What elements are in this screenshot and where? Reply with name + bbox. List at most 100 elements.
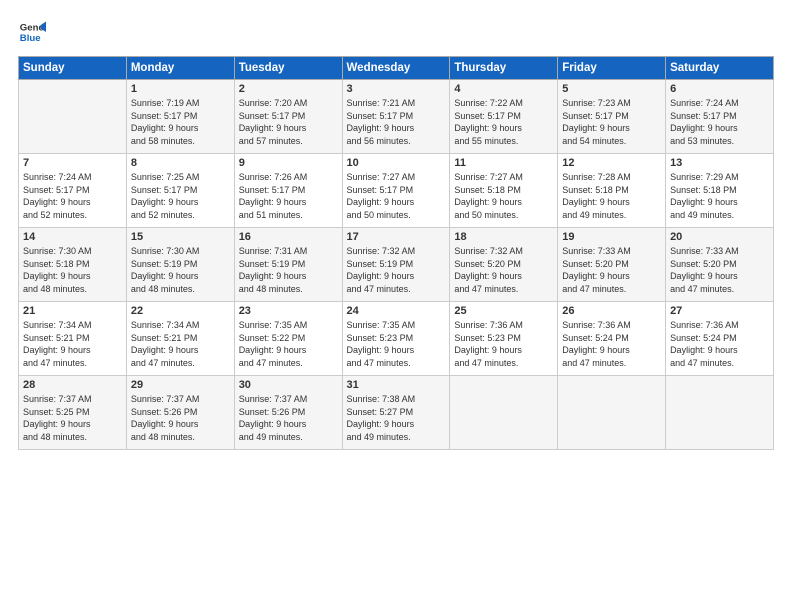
day-info: Sunrise: 7:37 AM Sunset: 5:25 PM Dayligh… [23,393,122,443]
calendar-cell: 2Sunrise: 7:20 AM Sunset: 5:17 PM Daylig… [234,80,342,154]
col-thursday: Thursday [450,57,558,80]
calendar-cell: 17 Sunrise: 7:32 AM Sunset: 5:19 PM Dayli… [342,228,450,302]
day-number: 28 [23,379,122,391]
calendar-cell: 12 Sunrise: 7:28 AM Sunset: 5:18 PM Dayli… [558,154,666,228]
day-info: Sunrise: 7:32 AM Sunset: 5:20 PM Dayligh… [454,245,553,295]
svg-text:Blue: Blue [20,33,41,44]
calendar-cell: 1 Sunrise: 7:19 AM Sunset: 5:17 PM Daylig… [126,80,234,154]
day-info: Sunrise: 7:36 AM Sunset: 5:24 PM Dayligh… [670,319,769,369]
day-number: 13 [670,157,769,169]
day-number: 9 [239,157,338,169]
day-number: 22 [131,305,230,317]
calendar-cell: 7 Sunrise: 7:24 AM Sunset: 5:17 PM Daylig… [19,154,127,228]
calendar-cell: 26 Sunrise: 7:36 AM Sunset: 5:24 PM Dayli… [558,302,666,376]
calendar-cell: 3 Sunrise: 7:21 AM Sunset: 5:17 PM Daylig… [342,80,450,154]
day-number: 19 [562,231,661,243]
day-number: 1 [131,83,230,95]
col-sunday: Sunday [19,57,127,80]
calendar-cell: 14 Sunrise: 7:30 AM Sunset: 5:18 PM Dayli… [19,228,127,302]
day-info: Sunrise: 7:25 AM Sunset: 5:17 PM Dayligh… [131,171,230,221]
day-number: 16 [239,231,338,243]
day-number: 31 [347,379,446,391]
calendar-cell: 16 Sunrise: 7:31 AM Sunset: 5:19 PM Dayli… [234,228,342,302]
day-info: Sunrise: 7:21 AM Sunset: 5:17 PM Dayligh… [347,97,446,147]
day-number: 6 [670,83,769,95]
calendar-cell: 27 Sunrise: 7:36 AM Sunset: 5:24 PM Dayli… [666,302,774,376]
day-info: Sunrise: 7:34 AM Sunset: 5:21 PM Dayligh… [23,319,122,369]
day-number: 14 [23,231,122,243]
week-row-5: 28 Sunrise: 7:37 AM Sunset: 5:25 PM Dayli… [19,376,774,450]
logo: General Blue [18,18,46,46]
day-number: 12 [562,157,661,169]
day-number: 27 [670,305,769,317]
calendar-cell: 15 Sunrise: 7:30 AM Sunset: 5:19 PM Dayli… [126,228,234,302]
day-info: Sunrise: 7:36 AM Sunset: 5:23 PM Dayligh… [454,319,553,369]
day-number: 26 [562,305,661,317]
day-info: Sunrise: 7:35 AM Sunset: 5:22 PM Dayligh… [239,319,338,369]
calendar-cell: 20 Sunrise: 7:33 AM Sunset: 5:20 PM Dayli… [666,228,774,302]
calendar-cell: 8 Sunrise: 7:25 AM Sunset: 5:17 PM Daylig… [126,154,234,228]
logo-icon: General Blue [18,18,46,46]
day-number: 18 [454,231,553,243]
day-number: 7 [23,157,122,169]
calendar-cell: 9Sunrise: 7:26 AM Sunset: 5:17 PM Daylig… [234,154,342,228]
calendar-cell: 13 Sunrise: 7:29 AM Sunset: 5:18 PM Dayli… [666,154,774,228]
day-info: Sunrise: 7:31 AM Sunset: 5:19 PM Dayligh… [239,245,338,295]
col-friday: Friday [558,57,666,80]
day-info: Sunrise: 7:23 AM Sunset: 5:17 PM Dayligh… [562,97,661,147]
calendar-cell: 23 Sunrise: 7:35 AM Sunset: 5:22 PM Dayli… [234,302,342,376]
calendar-cell: 22 Sunrise: 7:34 AM Sunset: 5:21 PM Dayli… [126,302,234,376]
calendar-cell: 6 Sunrise: 7:24 AM Sunset: 5:17 PM Daylig… [666,80,774,154]
calendar-cell: 30Sunrise: 7:37 AM Sunset: 5:26 PM Dayli… [234,376,342,450]
day-info: Sunrise: 7:34 AM Sunset: 5:21 PM Dayligh… [131,319,230,369]
header: General Blue [18,18,774,46]
day-info: Sunrise: 7:28 AM Sunset: 5:18 PM Dayligh… [562,171,661,221]
day-number: 20 [670,231,769,243]
day-info: Sunrise: 7:30 AM Sunset: 5:18 PM Dayligh… [23,245,122,295]
calendar-cell: 10 Sunrise: 7:27 AM Sunset: 5:17 PM Dayli… [342,154,450,228]
day-info: Sunrise: 7:30 AM Sunset: 5:19 PM Dayligh… [131,245,230,295]
week-row-4: 21Sunrise: 7:34 AM Sunset: 5:21 PM Dayli… [19,302,774,376]
day-info: Sunrise: 7:33 AM Sunset: 5:20 PM Dayligh… [670,245,769,295]
calendar-cell: 29 Sunrise: 7:37 AM Sunset: 5:26 PM Dayli… [126,376,234,450]
day-info: Sunrise: 7:24 AM Sunset: 5:17 PM Dayligh… [23,171,122,221]
day-number: 10 [347,157,446,169]
day-info: Sunrise: 7:29 AM Sunset: 5:18 PM Dayligh… [670,171,769,221]
col-monday: Monday [126,57,234,80]
calendar-cell [450,376,558,450]
day-info: Sunrise: 7:32 AM Sunset: 5:19 PM Dayligh… [347,245,446,295]
day-number: 3 [347,83,446,95]
day-info: Sunrise: 7:37 AM Sunset: 5:26 PM Dayligh… [131,393,230,443]
page: General Blue Sunday Monday Tuesday Wedne… [0,0,792,612]
day-info: Sunrise: 7:27 AM Sunset: 5:17 PM Dayligh… [347,171,446,221]
week-row-3: 14 Sunrise: 7:30 AM Sunset: 5:18 PM Dayli… [19,228,774,302]
day-number: 30 [239,379,338,391]
day-number: 23 [239,305,338,317]
calendar-cell: 28 Sunrise: 7:37 AM Sunset: 5:25 PM Dayli… [19,376,127,450]
day-info: Sunrise: 7:24 AM Sunset: 5:17 PM Dayligh… [670,97,769,147]
day-info: Sunrise: 7:33 AM Sunset: 5:20 PM Dayligh… [562,245,661,295]
calendar-cell [666,376,774,450]
calendar-cell [19,80,127,154]
day-info: Sunrise: 7:19 AM Sunset: 5:17 PM Dayligh… [131,97,230,147]
calendar-table: Sunday Monday Tuesday Wednesday Thursday… [18,56,774,450]
calendar-cell: 21Sunrise: 7:34 AM Sunset: 5:21 PM Dayli… [19,302,127,376]
calendar-cell: 31Sunrise: 7:38 AM Sunset: 5:27 PM Dayli… [342,376,450,450]
day-number: 4 [454,83,553,95]
calendar-header: Sunday Monday Tuesday Wednesday Thursday… [19,57,774,80]
calendar-cell: 11Sunrise: 7:27 AM Sunset: 5:18 PM Dayli… [450,154,558,228]
day-number: 11 [454,157,553,169]
day-number: 17 [347,231,446,243]
day-number: 8 [131,157,230,169]
col-saturday: Saturday [666,57,774,80]
day-info: Sunrise: 7:36 AM Sunset: 5:24 PM Dayligh… [562,319,661,369]
calendar-cell: 24Sunrise: 7:35 AM Sunset: 5:23 PM Dayli… [342,302,450,376]
day-number: 29 [131,379,230,391]
col-tuesday: Tuesday [234,57,342,80]
header-row: Sunday Monday Tuesday Wednesday Thursday… [19,57,774,80]
calendar-cell: 25Sunrise: 7:36 AM Sunset: 5:23 PM Dayli… [450,302,558,376]
day-info: Sunrise: 7:22 AM Sunset: 5:17 PM Dayligh… [454,97,553,147]
calendar-cell: 5Sunrise: 7:23 AM Sunset: 5:17 PM Daylig… [558,80,666,154]
day-number: 15 [131,231,230,243]
calendar-body: 1 Sunrise: 7:19 AM Sunset: 5:17 PM Daylig… [19,80,774,450]
